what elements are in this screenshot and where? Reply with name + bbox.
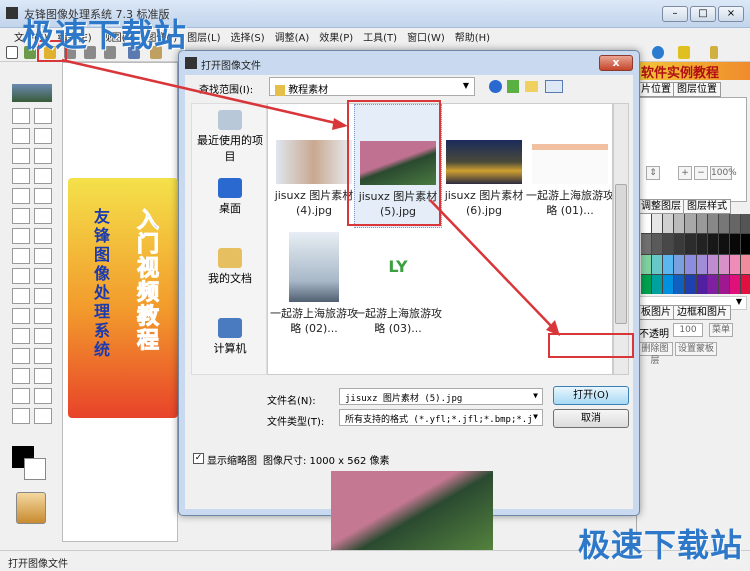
arrow-1 [61,58,341,126]
watermark-top: 极速下载站 [22,16,188,54]
arrow-2 [429,199,556,331]
watermark-bottom: 极速下载站 [578,526,744,564]
annotation-arrows [61,58,560,336]
arrow-1-head [332,118,348,130]
status-text: 打开图像文件 [8,559,68,570]
